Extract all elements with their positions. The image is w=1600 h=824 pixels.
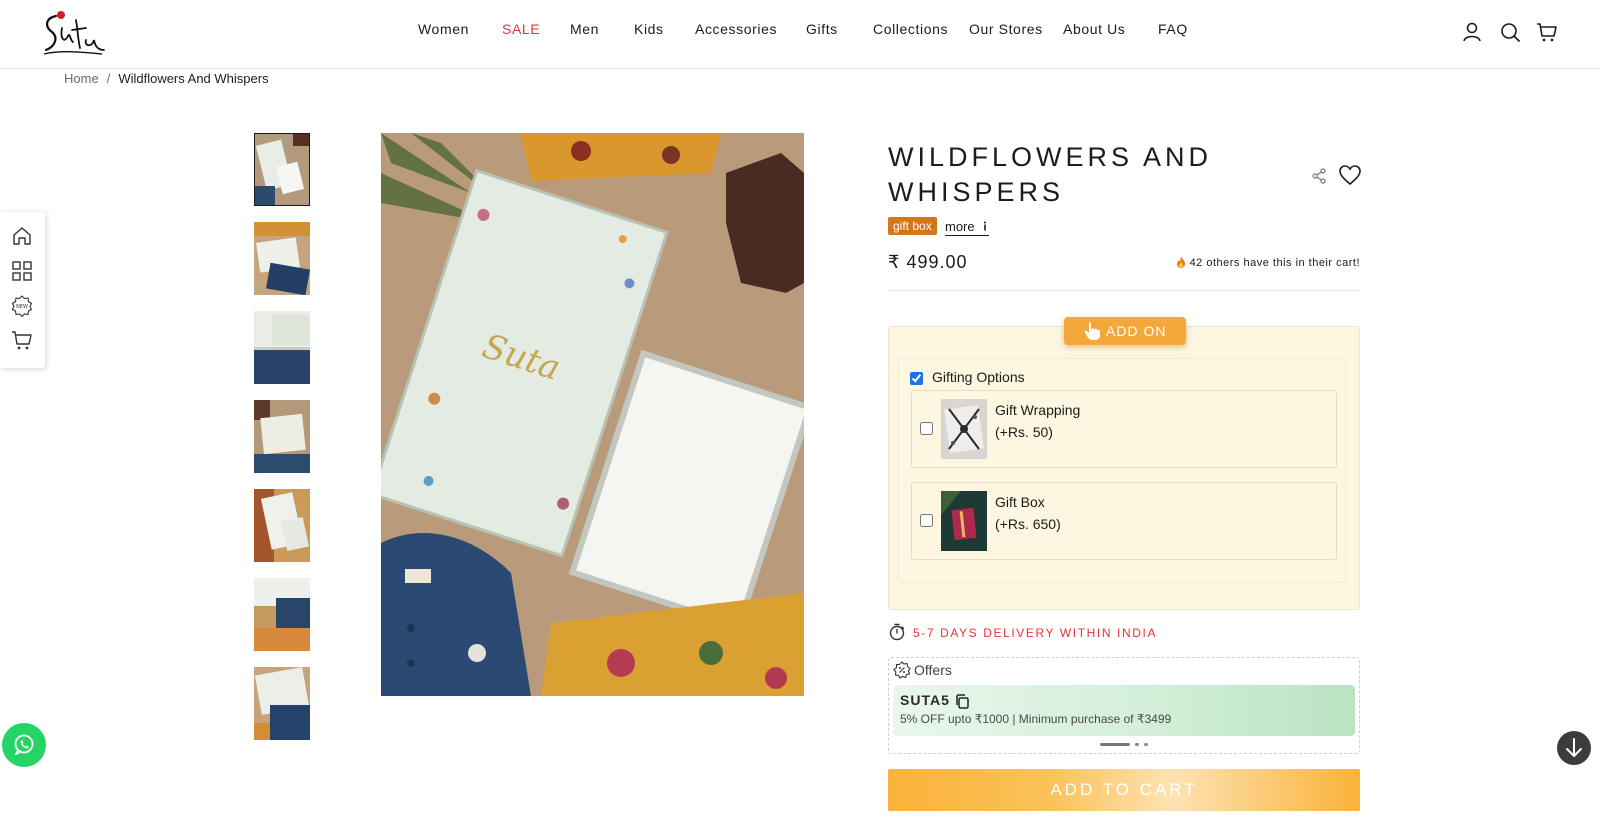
thumbnail-2[interactable] (254, 222, 310, 295)
thumbnail-5[interactable] (254, 489, 310, 562)
product-main-image[interactable]: Suta (381, 133, 804, 696)
offer-code: SUTA5 (900, 692, 950, 708)
svg-text:NEW: NEW (16, 304, 28, 310)
breadcrumb-separator: / (106, 71, 111, 86)
more-link[interactable]: more (945, 219, 990, 236)
account-icon[interactable] (1461, 21, 1483, 43)
product-photo: Suta (381, 133, 804, 696)
quick-nav-bar: NEW (0, 212, 45, 368)
breadcrumb: Home / Wildflowers And Whispers (64, 71, 269, 86)
gift-box-option[interactable]: Gift Box (+Rs. 650) (911, 482, 1337, 560)
nav-about-us[interactable]: About Us (1063, 21, 1125, 37)
nav-gifts[interactable]: Gifts (806, 21, 838, 37)
thumbnail-image (255, 134, 309, 205)
fire-icon (1177, 256, 1185, 268)
gift-box-name: Gift Box (995, 494, 1045, 510)
nav-faq[interactable]: FAQ (1158, 21, 1188, 37)
arrow-down-icon (1566, 738, 1582, 757)
wishlist-heart-icon[interactable] (1338, 164, 1362, 186)
grid-icon[interactable] (11, 260, 33, 282)
whatsapp-icon (14, 734, 34, 756)
share-icon[interactable] (1311, 168, 1327, 184)
offer-card[interactable] (893, 685, 1355, 736)
add-on-label: ADD ON (1106, 323, 1167, 339)
gift-box-photo (941, 491, 987, 551)
scroll-down-button[interactable] (1557, 731, 1591, 765)
site-header: Women SALE Men Kids Accessories Gifts Co… (0, 0, 1600, 69)
main-nav: Women SALE Men Kids Accessories Gifts Co… (0, 0, 1600, 62)
timer-icon (889, 623, 905, 641)
offers-label: Offers (914, 662, 952, 678)
gift-wrapping-image (941, 399, 987, 459)
nav-kids[interactable]: Kids (634, 21, 664, 37)
copy-icon[interactable] (955, 694, 969, 709)
nav-men[interactable]: Men (570, 21, 599, 37)
cart-activity-text: 42 others have this in their cart! (1189, 257, 1361, 269)
gift-wrapping-checkbox[interactable] (920, 422, 933, 435)
thumbnail-image (254, 489, 310, 562)
info-icon (984, 221, 987, 231)
offer-tag-icon (893, 661, 911, 679)
offers-dot-1[interactable] (1100, 743, 1130, 746)
delivery-info: 5-7 DAYS DELIVERY WITHIN INDIA (913, 626, 1158, 640)
gift-wrap-photo (941, 399, 987, 459)
thumbnail-image (254, 311, 310, 384)
thumbnail-4[interactable] (254, 400, 310, 473)
thumbnail-image (254, 400, 310, 473)
cart-icon[interactable] (1536, 21, 1558, 43)
gift-box-image (941, 491, 987, 551)
home-icon[interactable] (11, 225, 33, 247)
nav-sale[interactable]: SALE (502, 21, 540, 37)
offers-dot-2[interactable] (1135, 743, 1139, 746)
product-title: WILDFLOWERS AND WHISPERS (888, 142, 1213, 207)
gift-box-checkbox[interactable] (920, 514, 933, 527)
offers-dot-3[interactable] (1144, 743, 1148, 746)
gift-box-badge: gift box (888, 217, 937, 235)
pointer-hand-icon (1084, 322, 1100, 340)
thumbnail-3[interactable] (254, 311, 310, 384)
thumbnail-image (254, 578, 310, 651)
breadcrumb-current: Wildflowers And Whispers (118, 71, 269, 86)
breadcrumb-home[interactable]: Home (64, 71, 99, 86)
nav-accessories[interactable]: Accessories (695, 21, 777, 37)
add-to-cart-button[interactable]: ADD TO CART (888, 769, 1360, 811)
gift-box-price: (+Rs. 650) (995, 516, 1061, 532)
cart-activity-note: 42 others have this in their cart! (1176, 256, 1360, 269)
gift-wrapping-price: (+Rs. 50) (995, 424, 1053, 440)
gift-wrapping-option[interactable]: Gift Wrapping (+Rs. 50) (911, 390, 1337, 468)
thumbnail-6[interactable] (254, 578, 310, 651)
thumbnail-7[interactable] (254, 667, 310, 740)
nav-collections[interactable]: Collections (873, 21, 948, 37)
offer-description: 5% OFF upto ₹1000 | Minimum purchase of … (900, 712, 1172, 726)
nav-women[interactable]: Women (418, 21, 469, 37)
divider (888, 290, 1360, 291)
nav-our-stores[interactable]: Our Stores (969, 21, 1043, 37)
thumbnail-1[interactable] (254, 133, 310, 206)
new-icon[interactable]: NEW (11, 295, 33, 317)
more-link-label: more (945, 219, 975, 234)
gift-wrapping-name: Gift Wrapping (995, 402, 1081, 418)
whatsapp-button[interactable] (2, 723, 46, 767)
add-on-button[interactable]: ADD ON (1064, 317, 1186, 345)
thumbnail-image (254, 222, 310, 295)
product-price: ₹ 499.00 (888, 252, 968, 272)
thumbnail-image (254, 667, 310, 740)
gifting-options-label: Gifting Options (932, 369, 1025, 385)
search-icon[interactable] (1499, 21, 1521, 43)
gifting-options-checkbox[interactable] (910, 372, 923, 385)
cart-icon[interactable] (11, 329, 33, 351)
